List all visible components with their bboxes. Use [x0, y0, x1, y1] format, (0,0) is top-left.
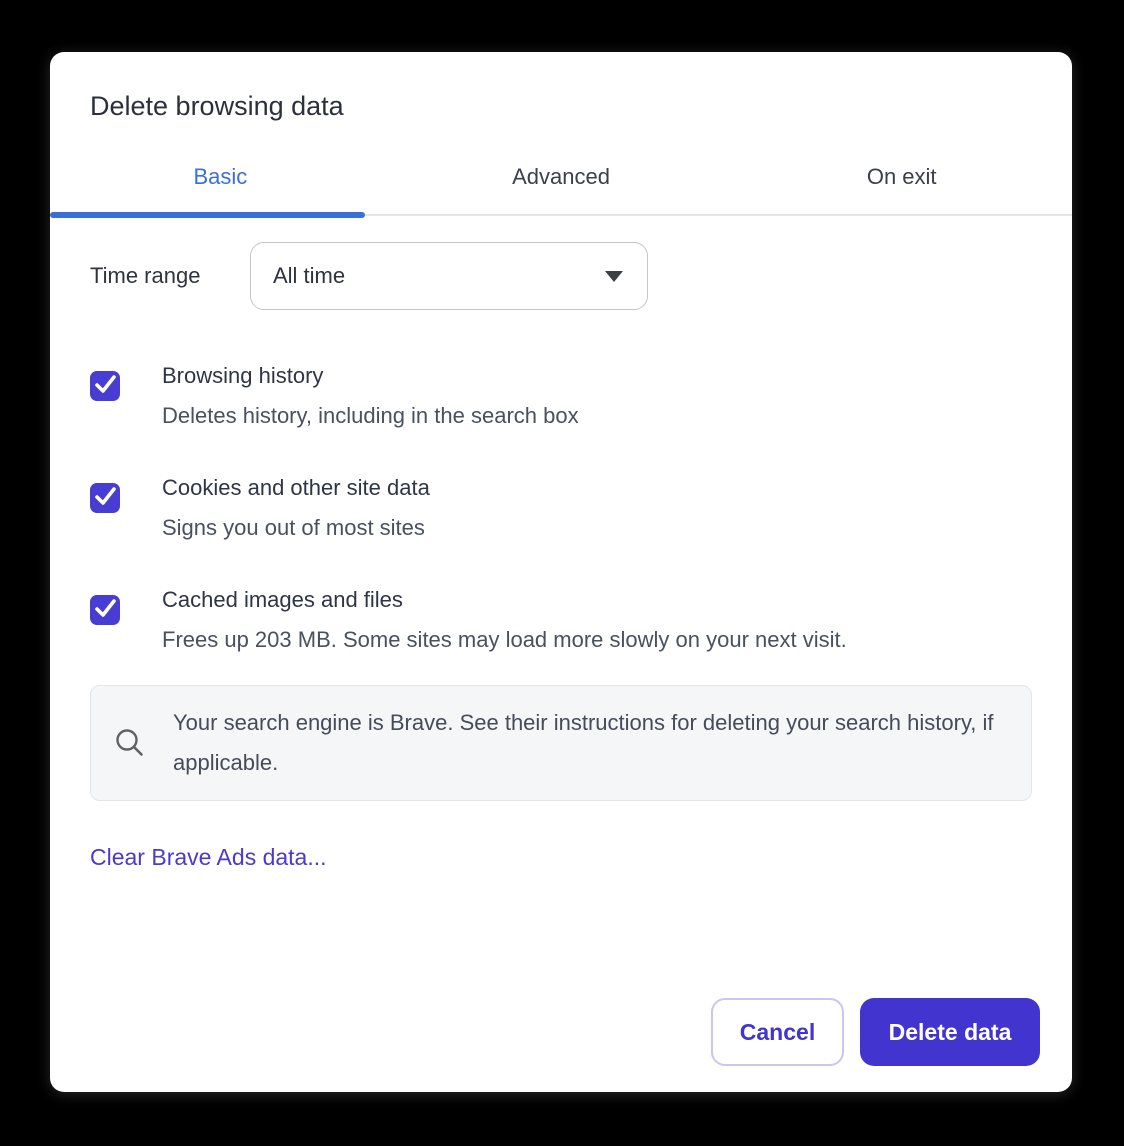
checkbox-label: Browsing history — [162, 356, 579, 396]
checkbox-list: Browsing history Deletes history, includ… — [90, 356, 1032, 660]
search-engine-notice: Your search engine is Brave. See their i… — [90, 685, 1032, 801]
checkbox-description: Deletes history, including in the search… — [162, 396, 579, 436]
tab-on-exit[interactable]: On exit — [731, 164, 1072, 214]
delete-data-button[interactable]: Delete data — [860, 998, 1040, 1066]
time-range-selected-value: All time — [273, 263, 345, 289]
cached-images-row: Cached images and files Frees up 203 MB.… — [90, 580, 1032, 660]
search-engine-notice-text: Your search engine is Brave. See their i… — [173, 703, 1007, 783]
tab-advanced[interactable]: Advanced — [391, 164, 732, 214]
cached-images-checkbox[interactable] — [90, 595, 120, 625]
cancel-button[interactable]: Cancel — [711, 998, 844, 1066]
search-icon — [113, 726, 147, 760]
cookies-checkbox[interactable] — [90, 483, 120, 513]
checkbox-description: Frees up 203 MB. Some sites may load mor… — [162, 620, 847, 660]
clear-brave-ads-data-link[interactable]: Clear Brave Ads data... — [90, 844, 327, 871]
checkmark-icon — [90, 481, 120, 516]
delete-browsing-data-dialog: Delete browsing data Basic Advanced On e… — [50, 52, 1072, 1092]
time-range-label: Time range — [90, 263, 250, 289]
tab-basic[interactable]: Basic — [50, 164, 391, 214]
time-range-row: Time range All time — [90, 242, 1032, 310]
cookies-row: Cookies and other site data Signs you ou… — [90, 468, 1032, 548]
dialog-actions: Cancel Delete data — [711, 998, 1040, 1066]
tab-bar: Basic Advanced On exit — [50, 164, 1072, 216]
browsing-history-checkbox[interactable] — [90, 371, 120, 401]
time-range-select[interactable]: All time — [250, 242, 648, 310]
browsing-history-row: Browsing history Deletes history, includ… — [90, 356, 1032, 436]
checkmark-icon — [90, 369, 120, 404]
chevron-down-icon — [605, 271, 623, 282]
checkbox-label: Cookies and other site data — [162, 468, 430, 508]
checkbox-label: Cached images and files — [162, 580, 847, 620]
checkmark-icon — [90, 593, 120, 628]
checkbox-description: Signs you out of most sites — [162, 508, 430, 548]
page-title: Delete browsing data — [90, 90, 1032, 122]
